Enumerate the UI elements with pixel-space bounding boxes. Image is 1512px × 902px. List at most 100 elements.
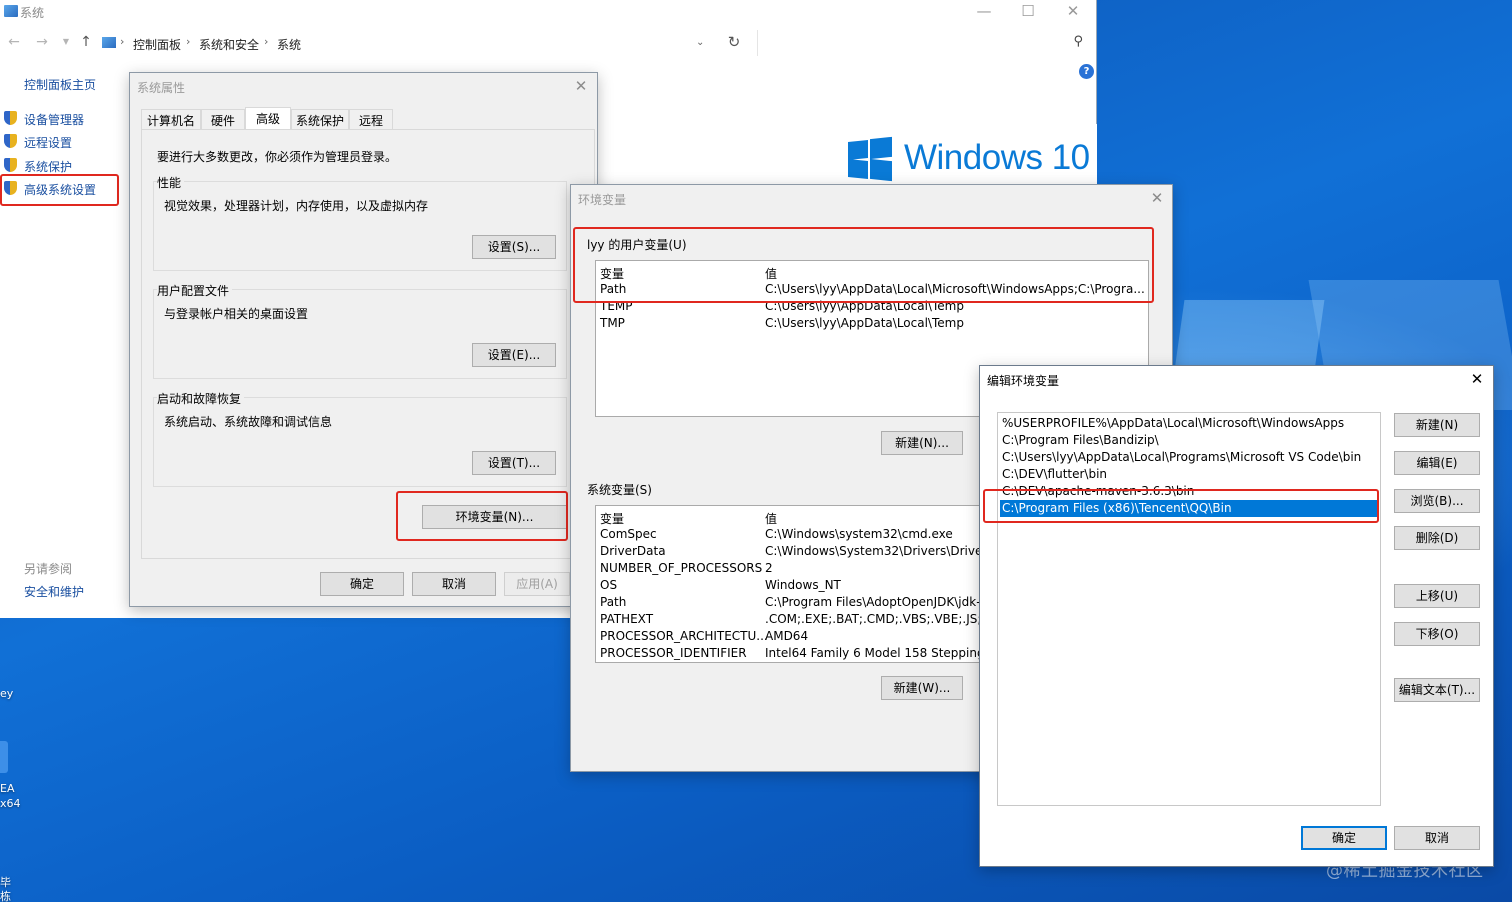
variable-value: Windows_NT [765,578,841,592]
user-new-button[interactable]: 新建(N)... [881,431,963,455]
see-also-heading: 另请参阅 [24,562,73,576]
apply-button[interactable]: 应用(A) [504,572,570,596]
list-item[interactable]: C:\DEV\flutter\bin [1000,466,1107,483]
variable-value: C:\Windows\System32\Drivers\DriverD [765,544,997,558]
back-arrow-icon[interactable]: ← [6,34,22,50]
breadcrumb-item[interactable]: 控制面板 [133,36,181,53]
column-header-value[interactable]: 值 [765,510,777,527]
performance-desc: 视觉效果，处理器计划，内存使用，以及虚拟内存 [164,199,429,213]
ok-button[interactable]: 确定 [320,572,404,596]
breadcrumb[interactable]: › 控制面板 › 系统和安全 › 系统 ⌄ [100,30,720,56]
chevron-right-icon: › [186,35,191,48]
minimize-icon[interactable]: — [974,2,994,20]
maximize-icon[interactable]: ☐ [1018,2,1038,20]
column-header-variable[interactable]: 变量 [600,510,624,527]
advanced-tab-panel: 要进行大多数更改，你必须作为管理员登录。 性能 视觉效果，处理器计划，内存使用，… [141,129,595,559]
system-new-button[interactable]: 新建(W)... [881,676,963,700]
variable-name: PROCESSOR_ARCHITECTU... [600,629,768,643]
variable-name: OS [600,578,618,592]
variable-name: PATHEXT [600,612,654,626]
desktop-app-icon[interactable] [0,741,8,773]
windows-edition-banner: Windows 10 [598,124,1097,186]
highlight-box [573,227,1154,303]
performance-settings-button[interactable]: 设置(S)... [472,235,556,259]
table-row[interactable]: TMP C:\Users\lyy\AppData\Local\Temp [596,315,1148,332]
new-button[interactable]: 新建(N) [1394,413,1480,437]
delete-button[interactable]: 删除(D) [1394,526,1480,550]
tab-remote[interactable]: 远程 [349,109,393,131]
variable-name: PROCESSOR_IDENTIFIER [600,646,747,660]
path-entries-list[interactable]: %USERPROFILE%\AppData\Local\Microsoft\Wi… [997,412,1381,806]
close-icon[interactable]: ✕ [1063,2,1083,20]
ok-button[interactable]: 确定 [1301,826,1387,850]
desktop-icon-label[interactable]: EA [0,782,14,796]
close-icon[interactable]: ✕ [570,76,592,96]
dialog-title: 环境变量 [578,193,627,207]
user-profiles-desc: 与登录帐户相关的桌面设置 [164,307,309,321]
variable-value: C:\Windows\system32\cmd.exe [765,527,953,541]
cancel-button[interactable]: 取消 [1394,826,1480,850]
desktop-icon-label[interactable]: x64 [0,797,21,811]
sidebar-item-remote-settings[interactable]: 远程设置 [24,134,72,151]
control-panel-icon [102,37,116,48]
variable-name: ComSpec [600,527,657,541]
tab-hardware[interactable]: 硬件 [201,109,245,131]
windows-logo-icon [848,136,892,182]
performance-label: 性能 [157,174,185,191]
list-item[interactable]: C:\Program Files\Bandizip\ [1000,432,1159,449]
recent-dropdown-icon[interactable]: ▼ [58,34,74,50]
sidebar-item-system-protection[interactable]: 系统保护 [24,158,72,175]
dialog-title: 编辑环境变量 [987,374,1060,388]
admin-note: 要进行大多数更改，你必须作为管理员登录。 [157,150,398,164]
edit-environment-variable-dialog: 编辑环境变量 ✕ %USERPROFILE%\AppData\Local\Mic… [979,365,1494,867]
variable-value: AMD64 [765,629,809,643]
refresh-icon[interactable]: ↻ [726,34,742,50]
system-icon [4,5,18,17]
shield-icon [4,158,17,172]
search-icon: ⚲ [1073,34,1083,49]
user-profiles-label: 用户配置文件 [157,282,233,299]
edit-text-button[interactable]: 编辑文本(T)... [1394,678,1480,702]
desktop-icon-label[interactable]: 毕 [0,876,11,890]
startup-recovery-label: 启动和故障恢复 [157,390,245,407]
breadcrumb-item[interactable]: 系统 [277,36,301,53]
system-variables-heading: 系统变量(S) [587,483,652,497]
sidebar-item-device-manager[interactable]: 设备管理器 [24,111,84,128]
desktop-icon-label[interactable]: ey [0,687,13,701]
forward-arrow-icon[interactable]: → [34,34,50,50]
tab-computer-name[interactable]: 计算机名 [141,109,201,131]
variable-name: Path [600,595,627,609]
highlight-box [983,489,1379,523]
up-arrow-icon[interactable]: ↑ [78,34,94,50]
variable-value: 2 [765,561,773,575]
tab-system-protection[interactable]: 系统保护 [291,109,349,131]
edit-button[interactable]: 编辑(E) [1394,451,1480,475]
shield-icon [4,111,17,125]
close-icon[interactable]: ✕ [1146,188,1168,208]
title-bar[interactable]: 系统 — ☐ ✕ [0,0,1097,24]
highlight-box [0,174,119,206]
security-maintenance-link[interactable]: 安全和维护 [24,583,84,600]
desktop-icon-label[interactable]: 栋 [0,890,11,902]
variable-name: TMP [600,316,625,330]
highlight-box [396,491,568,541]
move-up-button[interactable]: 上移(U) [1394,584,1480,608]
help-icon[interactable]: ? [1079,64,1094,79]
close-icon[interactable]: ✕ [1466,369,1488,389]
list-item[interactable]: C:\Users\lyy\AppData\Local\Programs\Micr… [1000,449,1361,466]
variable-value: C:\Users\lyy\AppData\Local\Temp [765,316,964,330]
browse-button[interactable]: 浏览(B)... [1394,489,1480,513]
control-panel-home-link[interactable]: 控制面板主页 [24,76,96,93]
sidebar: 控制面板主页 设备管理器 远程设置 系统保护 高级系统设置 另请参阅 安全和维护 [0,70,128,610]
address-bar: ← → ▼ ↑ › 控制面板 › 系统和安全 › 系统 ⌄ ↻ ⚲ [0,28,1097,58]
variable-name: DriverData [600,544,666,558]
cancel-button[interactable]: 取消 [412,572,496,596]
search-input[interactable]: ⚲ [757,30,1091,56]
chevron-right-icon: › [264,35,269,48]
startup-settings-button[interactable]: 设置(T)... [472,451,556,475]
list-item[interactable]: %USERPROFILE%\AppData\Local\Microsoft\Wi… [1000,415,1344,432]
move-down-button[interactable]: 下移(O) [1394,622,1480,646]
breadcrumb-item[interactable]: 系统和安全 [199,36,259,53]
chevron-down-icon[interactable]: ⌄ [696,37,704,48]
user-profiles-settings-button[interactable]: 设置(E)... [472,343,556,367]
